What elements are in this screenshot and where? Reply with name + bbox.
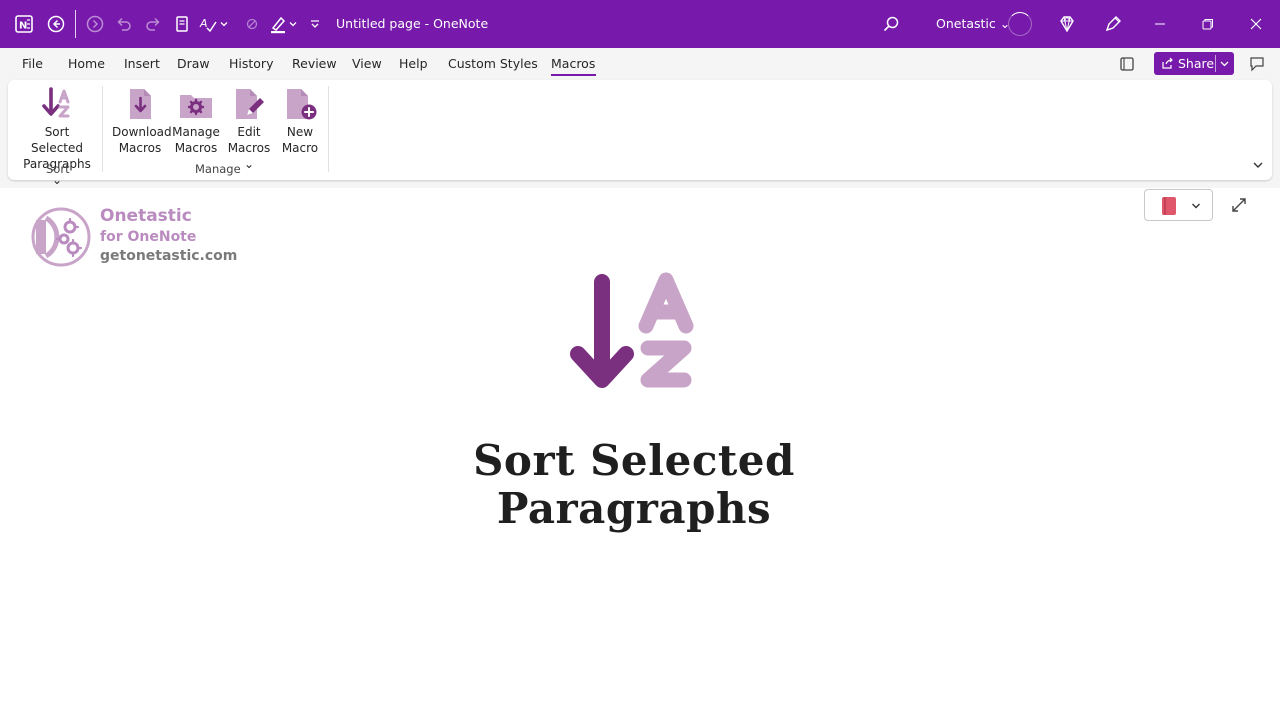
tab-review[interactable]: Review <box>292 56 337 71</box>
tab-draw[interactable]: Draw <box>177 56 210 71</box>
search-icon[interactable] <box>879 12 903 36</box>
svg-text:N: N <box>19 21 27 32</box>
spelling-dropdown-chevron-icon[interactable] <box>217 12 231 36</box>
account-label: Onetastic <box>936 16 996 31</box>
sort-button-line1: Sort Selected <box>30 125 84 155</box>
redo-icon[interactable] <box>141 12 165 36</box>
premium-diamond-icon[interactable] <box>1055 12 1079 36</box>
tab-file[interactable]: File <box>22 56 43 71</box>
manage-folder-gear-icon <box>180 95 212 118</box>
tab-custom-styles[interactable]: Custom Styles <box>448 56 538 71</box>
new-line2: Macro <box>281 141 319 155</box>
tab-view[interactable]: View <box>352 56 382 71</box>
sort-az-icon <box>42 87 70 118</box>
page-view-icon[interactable] <box>170 12 194 36</box>
tab-help[interactable]: Help <box>399 56 428 71</box>
designer-pen-icon[interactable] <box>1101 12 1125 36</box>
tab-insert[interactable]: Insert <box>124 56 160 71</box>
share-button[interactable]: Share <box>1154 52 1234 75</box>
page-title-line-2[interactable]: Paragraphs <box>0 484 1268 533</box>
group-separator <box>102 86 103 172</box>
download-line1: Download <box>112 125 172 139</box>
svg-text:A: A <box>199 17 208 30</box>
manage-line1: Manage <box>172 125 220 139</box>
collapse-ribbon-chevron-icon[interactable] <box>1252 160 1264 170</box>
tab-macros[interactable]: Macros <box>551 56 595 71</box>
edit-line1: Edit <box>237 125 261 139</box>
ribbon: Sort Selected Paragraphs ⌄ Sort Download… <box>8 80 1272 187</box>
window-title: Untitled page - OneNote <box>336 16 489 31</box>
group-label-manage: Manage <box>195 162 241 176</box>
ribbon-tabs: File Home Insert Draw History Review Vie… <box>0 48 1280 80</box>
toolbar-separator <box>75 10 76 38</box>
notebook-picker[interactable] <box>1144 189 1213 221</box>
active-tab-indicator <box>551 74 596 76</box>
share-dropdown-chevron-icon[interactable] <box>1220 60 1229 68</box>
customize-toolbar-icon[interactable] <box>308 12 322 36</box>
brand-name: Onetastic <box>100 206 192 226</box>
onenote-app-icon[interactable]: N <box>12 12 36 36</box>
new-document-plus-icon <box>287 89 317 120</box>
new-macro-button[interactable]: New Macro <box>278 86 322 156</box>
feedback-icon[interactable] <box>1245 52 1269 76</box>
download-document-icon <box>130 89 151 119</box>
share-divider <box>1215 55 1216 72</box>
page-title-line-1[interactable]: Sort Selected <box>0 436 1268 485</box>
back-icon[interactable] <box>44 12 68 36</box>
share-icon <box>1162 57 1173 69</box>
edit-document-pencil-icon <box>236 89 264 119</box>
tab-history[interactable]: History <box>229 56 273 71</box>
download-line2: Macros <box>118 141 162 155</box>
undo-icon[interactable] <box>112 12 136 36</box>
restore-icon[interactable] <box>1196 12 1220 36</box>
immersive-reader-icon[interactable] <box>1115 52 1139 76</box>
onetastic-logo-icon <box>31 207 91 267</box>
tab-home[interactable]: Home <box>68 56 105 71</box>
download-macros-button[interactable]: Download Macros <box>112 86 172 156</box>
close-icon[interactable] <box>1244 12 1268 36</box>
minimize-icon[interactable] <box>1148 12 1172 36</box>
expand-icon[interactable] <box>1230 196 1248 214</box>
account-name[interactable]: Onetastic ⌄ <box>936 16 1010 31</box>
brand-subtitle: for OneNote <box>100 229 197 245</box>
forward-icon[interactable] <box>83 12 107 36</box>
manage-macros-button[interactable]: Manage Macros <box>170 86 222 156</box>
manage-line2: Macros <box>174 141 218 155</box>
group-label-sort: Sort <box>46 162 70 176</box>
brand-url: getonetastic.com <box>100 248 238 264</box>
ribbon-area: Sort Selected Paragraphs ⌄ Sort Download… <box>0 80 1280 188</box>
group-separator <box>328 86 329 172</box>
title-bar: N A Untitled page - OneNote Onetastic ⌄ <box>0 0 1280 48</box>
new-line1: New <box>286 125 314 139</box>
notebook-icon <box>1162 197 1176 215</box>
eraser-disabled-icon[interactable] <box>240 12 264 36</box>
sort-az-hero-icon <box>570 272 694 388</box>
highlighter-dropdown-chevron-icon[interactable] <box>286 12 300 36</box>
account-avatar[interactable] <box>1008 12 1032 36</box>
edit-macros-button[interactable]: Edit Macros ⌄ <box>222 86 276 172</box>
share-label: Share <box>1178 56 1215 71</box>
notebook-picker-chevron-icon <box>1192 203 1200 209</box>
